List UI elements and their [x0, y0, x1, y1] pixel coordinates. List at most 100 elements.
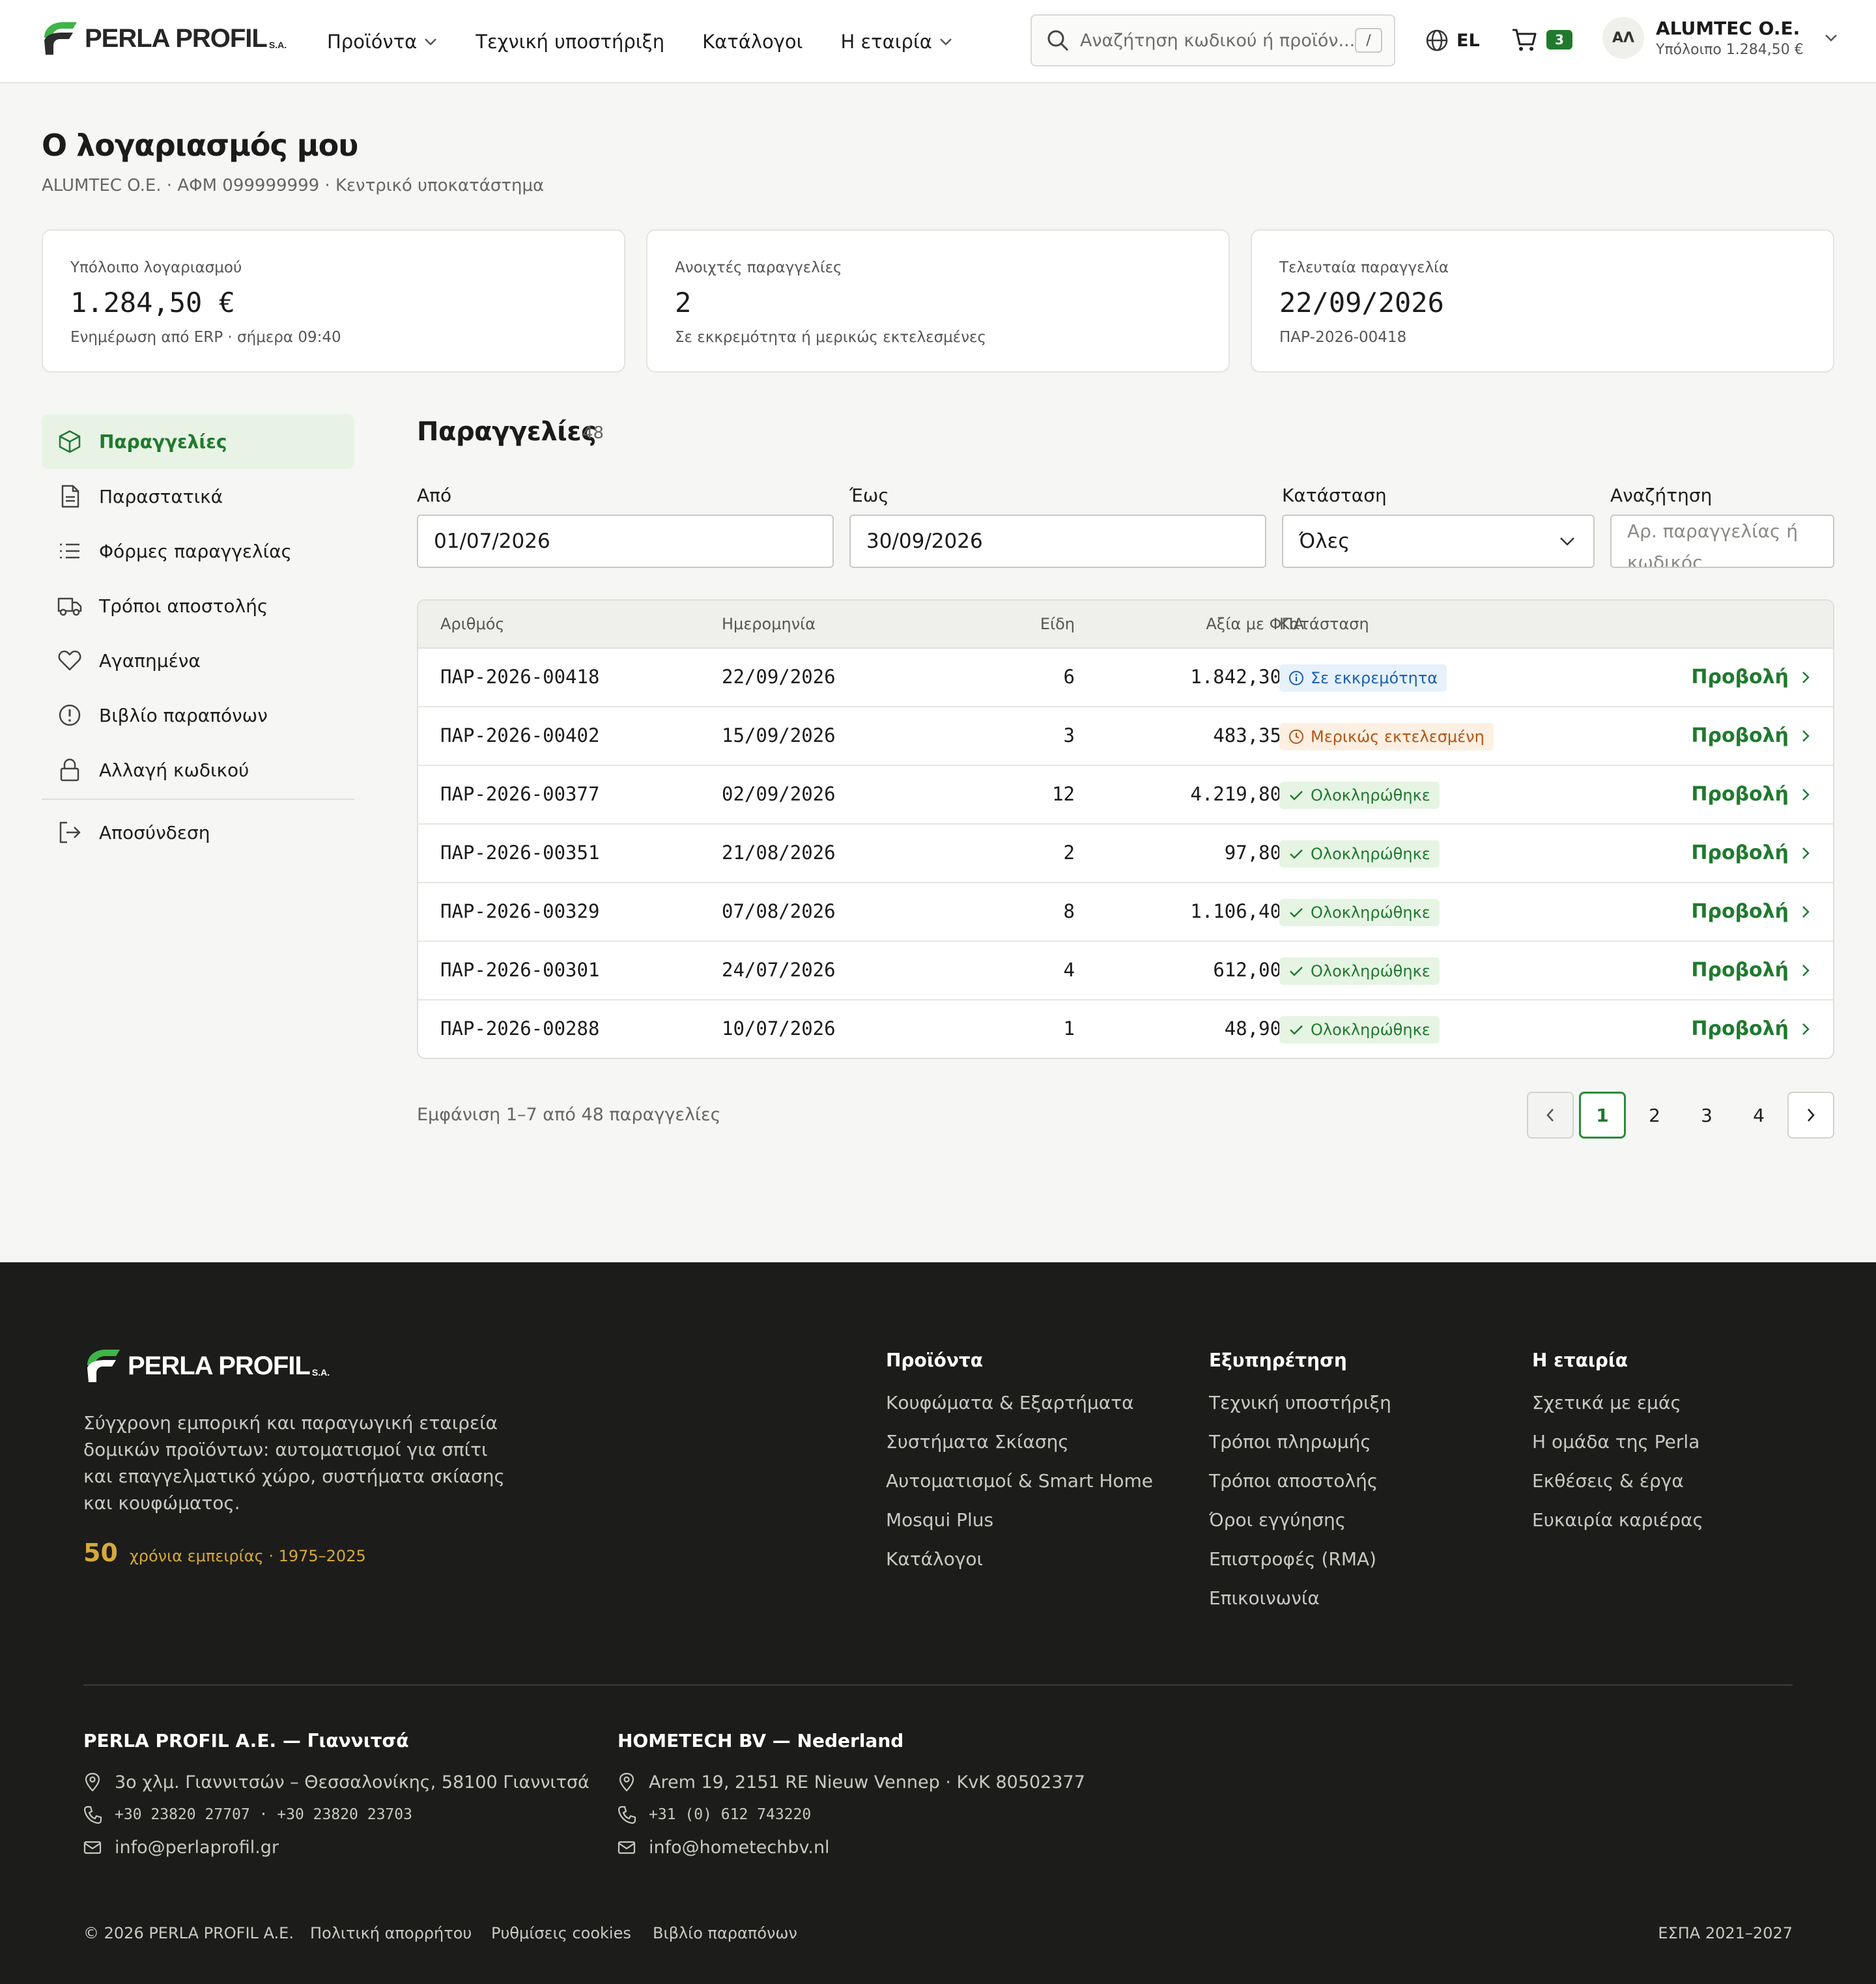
footer-link[interactable]: Όροι εγγύησης — [1209, 1509, 1391, 1531]
status-text: Ολοκληρώθηκε — [1311, 786, 1430, 804]
footer-logo[interactable]: PERLA PROFIL S.A. — [83, 1346, 330, 1386]
complaints-link[interactable]: Βιβλίο παραπόνων — [653, 1924, 797, 1942]
sidebar-item-label: Τρόποι αποστολής — [99, 595, 268, 617]
footer-link[interactable]: Επιστροφές (RMA) — [1209, 1548, 1391, 1570]
footer-link[interactable]: Κουφώματα & Εξαρτήματα — [886, 1392, 1153, 1413]
table-row[interactable]: ΠΑΡ-2026-00301 24/07/2026 4 612,00 € Ολοκληρ… — [418, 942, 1833, 1000]
chevron-right-icon — [1802, 730, 1810, 742]
check-icon — [1290, 849, 1303, 859]
search-input[interactable]: Αναζήτηση κωδικού ή προϊόν... — [1080, 31, 1355, 51]
map-pin-icon — [619, 1772, 634, 1792]
brand-suffix: S.A. — [268, 40, 287, 50]
nav-catalogs-label: Κατάλογοι — [702, 31, 803, 53]
pagination-page-3[interactable]: 3 — [1683, 1092, 1730, 1139]
main-nav: Προϊόντα Τεχνική υποστήριξη Κατάλογοι Η … — [327, 0, 991, 83]
footer-address-nl: HOMETECH BV — Nederland Arem 19, 2151 RE… — [618, 1730, 1085, 1864]
pagination-page-4[interactable]: 4 — [1735, 1092, 1782, 1139]
email-link[interactable]: info@perlaprofil.gr — [115, 1837, 279, 1858]
table-row[interactable]: ΠΑΡ-2026-00288 10/07/2026 1 48,90 € Ολοκληρώ… — [418, 1000, 1833, 1058]
sidebar-item-favorites[interactable]: Αγαπημένα — [42, 633, 354, 688]
stat-sub: Σε εκκρεμότητα ή μερικώς εκτελεσμένες — [675, 329, 986, 346]
header-search[interactable]: Αναζήτηση κωδικού ή προϊόν... / — [1030, 14, 1395, 66]
order-total: 48,90 € — [1224, 1017, 1304, 1040]
nav-products[interactable]: Προϊόντα — [327, 31, 438, 53]
table-row[interactable]: ΠΑΡ-2026-00377 02/09/2026 12 4.219,80 € Ολοκ… — [418, 766, 1833, 825]
filter-to-input[interactable]: 30/09/2026 — [849, 515, 1266, 568]
status-text: Μερικώς εκτελεσμένη — [1311, 728, 1485, 746]
pagination-prev[interactable] — [1527, 1092, 1574, 1139]
order-items: 6 — [1063, 666, 1075, 688]
footer-link[interactable]: Αυτοματισμοί & Smart Home — [886, 1470, 1153, 1492]
email-link[interactable]: info@hometechbv.nl — [649, 1837, 830, 1858]
pagination-page-2[interactable]: 2 — [1631, 1092, 1678, 1139]
status-badge: Σε εκκρεμότητα — [1279, 664, 1447, 692]
cookies-link[interactable]: Ρυθμίσεις cookies — [491, 1924, 631, 1942]
footer-col-company: Η εταιρία Σχετικά με εμάς Η ομάδα της Pe… — [1532, 1350, 1703, 1548]
phone-text[interactable]: +31 (0) 612 743220 — [649, 1806, 811, 1823]
view-order-button[interactable]: Προβολή — [1691, 900, 1811, 923]
stat-label: Υπόλοιπο λογαριασμού — [70, 259, 242, 276]
avatar: ΑΛ — [1602, 17, 1644, 59]
nav-catalogs[interactable]: Κατάλογοι — [702, 31, 803, 53]
sidebar-item-password[interactable]: Αλλαγή κωδικού — [42, 743, 354, 797]
brand-logo[interactable]: PERLA PROFIL S.A. — [40, 18, 287, 59]
footer-link[interactable]: Η ομάδα της Perla — [1532, 1431, 1703, 1453]
status-badge: Ολοκληρώθηκε — [1279, 1016, 1440, 1043]
nav-support[interactable]: Τεχνική υποστήριξη — [476, 31, 664, 53]
footer-link[interactable]: Συστήματα Σκίασης — [886, 1431, 1153, 1453]
footer-years: 50 χρόνια εμπειρίας · 1975–2025 — [83, 1538, 366, 1567]
table-row[interactable]: ΠΑΡ-2026-00329 07/08/2026 8 1.106,40 € Ολοκλ… — [418, 883, 1833, 942]
nav-support-label: Τεχνική υποστήριξη — [476, 31, 665, 53]
sidebar-item-shipping[interactable]: Τρόποι αποστολής — [42, 578, 354, 633]
sidebar-item-complaints[interactable]: Βιβλίο παραπόνων — [42, 688, 354, 743]
nav-company[interactable]: Η εταιρία — [840, 31, 952, 53]
footer-link[interactable]: Κατάλογοι — [886, 1548, 1153, 1570]
footer-link[interactable]: Τρόποι πληρωμής — [1209, 1431, 1391, 1453]
sidebar-item-orders[interactable]: Παραγγελίες — [42, 414, 354, 469]
privacy-link[interactable]: Πολιτική απορρήτου — [310, 1924, 472, 1942]
view-label: Προβολή — [1691, 1017, 1789, 1040]
filter-search-input[interactable]: Αρ. παραγγελίας ή κωδικός — [1610, 515, 1834, 568]
view-order-button[interactable]: Προβολή — [1691, 959, 1811, 982]
filter-from-input[interactable]: 01/07/2026 — [417, 515, 834, 568]
col-items: Είδη — [1040, 615, 1075, 633]
table-row[interactable]: ΠΑΡ-2026-00418 22/09/2026 6 1.842,30 € Σε εκ… — [418, 649, 1833, 707]
view-order-button[interactable]: Προβολή — [1691, 724, 1811, 747]
chevron-down-icon — [425, 38, 437, 46]
footer-link[interactable]: Τρόποι αποστολής — [1209, 1470, 1391, 1492]
view-order-button[interactable]: Προβολή — [1691, 1017, 1811, 1040]
site-footer: PERLA PROFIL S.A. Σύγχρονη εμπορική και … — [0, 1262, 1876, 1984]
sidebar-item-order-forms[interactable]: Φόρμες παραγγελίας — [42, 524, 354, 578]
view-order-button[interactable]: Προβολή — [1691, 783, 1811, 806]
footer-link[interactable]: Τεχνική υποστήριξη — [1209, 1392, 1391, 1413]
chevron-right-icon — [1802, 847, 1810, 859]
pagination-page-1[interactable]: 1 — [1579, 1092, 1626, 1139]
site-header: PERLA PROFIL S.A. Προϊόντα Τεχνική υποστ… — [0, 0, 1876, 83]
account-sidebar: Παραγγελίες Παραστατικά Φόρμες παραγγελί… — [42, 414, 354, 860]
phone-text[interactable]: +30 23820 27707 · +30 23820 23703 — [115, 1806, 412, 1823]
footer-divider — [83, 1684, 1793, 1686]
filter-status-select[interactable]: Όλες — [1282, 515, 1595, 568]
table-row[interactable]: ΠΑΡ-2026-00402 15/09/2026 3 483,35 € Μερικώς… — [418, 707, 1833, 766]
espa-link[interactable]: ΕΣΠΑ 2021–2027 — [1658, 1924, 1793, 1942]
order-date: 22/09/2026 — [722, 666, 836, 688]
footer-link[interactable]: Επικοινωνία — [1209, 1587, 1391, 1609]
order-date: 07/08/2026 — [722, 900, 836, 922]
chevron-right-icon — [1802, 964, 1810, 976]
footer-link[interactable]: Mosqui Plus — [886, 1509, 1153, 1531]
account-menu[interactable]: ΑΛ ALUMTEC O.E. Υπόλοιπο 1.284,50 € — [1602, 17, 1839, 59]
footer-link[interactable]: Ευκαιρία καριέρας — [1532, 1509, 1703, 1531]
footer-link[interactable]: Εκθέσεις & έργα — [1532, 1470, 1703, 1492]
view-label: Προβολή — [1691, 842, 1789, 864]
view-order-button[interactable]: Προβολή — [1691, 842, 1811, 864]
footer-link[interactable]: Σχετικά με εμάς — [1532, 1392, 1703, 1413]
pagination-next[interactable] — [1787, 1092, 1834, 1139]
sidebar-item-logout[interactable]: Αποσύνδεση — [42, 805, 354, 860]
order-number: ΠΑΡ-2026-00329 — [440, 900, 600, 922]
logout-icon — [59, 821, 81, 843]
view-order-button[interactable]: Προβολή — [1691, 666, 1811, 688]
cart-button[interactable]: 3 — [1511, 27, 1572, 52]
sidebar-item-documents[interactable]: Παραστατικά — [42, 469, 354, 524]
language-switcher[interactable]: EL — [1425, 29, 1480, 52]
table-row[interactable]: ΠΑΡ-2026-00351 21/08/2026 2 97,80 € Ολοκληρώ… — [418, 825, 1833, 883]
